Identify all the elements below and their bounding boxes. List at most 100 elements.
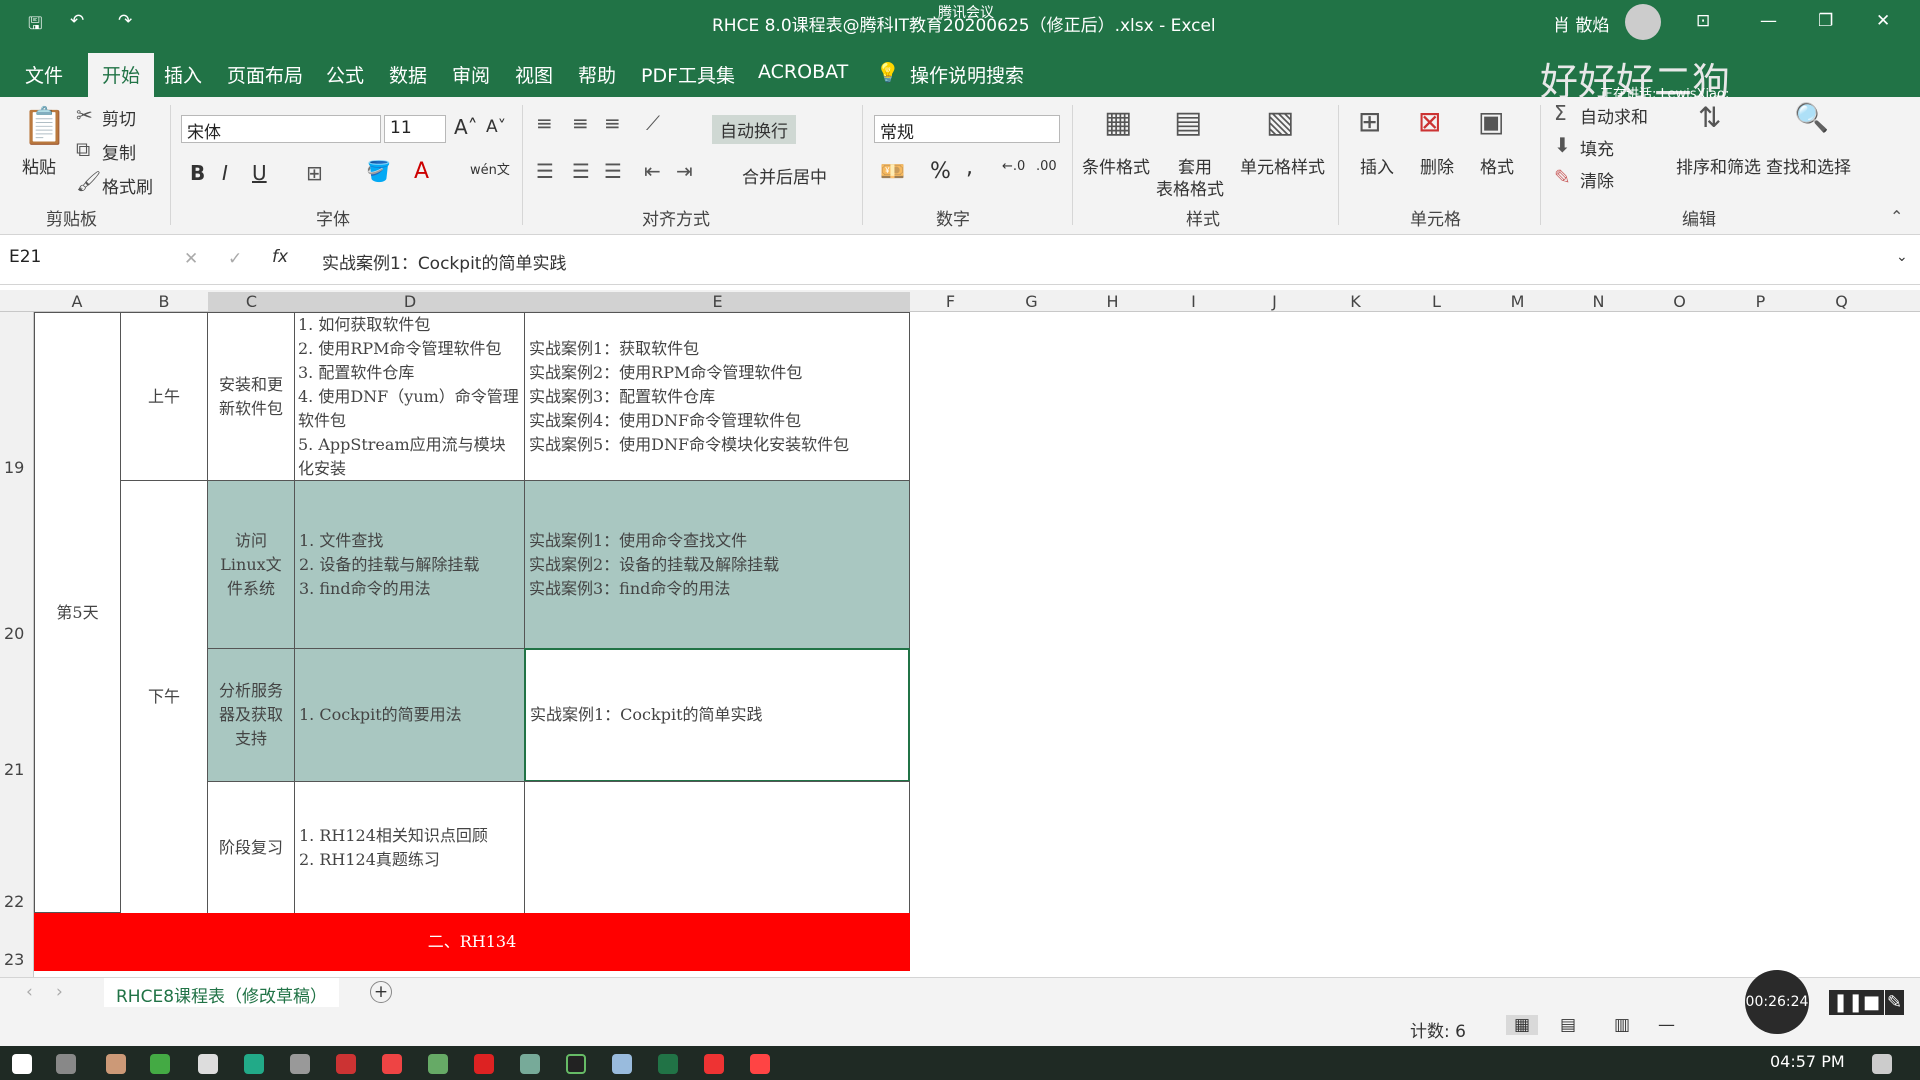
tell-me-search[interactable]: 操作说明搜索	[910, 61, 1024, 88]
section-bar-rh134[interactable]: 二、RH134	[34, 913, 910, 971]
tab-view[interactable]: 视图	[515, 61, 553, 88]
column-header[interactable]: E	[525, 292, 910, 311]
cell-d22[interactable]: 1. RH124相关知识点回顾 2. RH124真题练习	[294, 781, 525, 914]
formula-input[interactable]: 实战案例1：Cockpit的简单实践	[322, 249, 566, 274]
cell-d20[interactable]: 1. 文件查找 2. 设备的挂载与解除挂载 3. find命令的用法	[294, 480, 525, 649]
decrease-decimal-icon[interactable]: .00	[1036, 159, 1057, 174]
delete-cells-button[interactable]: 删除	[1420, 153, 1454, 178]
align-bottom-icon[interactable]: ≡	[604, 111, 621, 135]
insert-cells-button[interactable]: 插入	[1360, 153, 1394, 178]
decrease-indent-icon[interactable]: ⇤	[644, 159, 661, 183]
cell-e20[interactable]: 实战案例1：使用命令查找文件 实战案例2：设备的挂载及解除挂载 实战案例3：fi…	[524, 480, 910, 649]
app-icon[interactable]	[336, 1054, 356, 1074]
save-icon[interactable]: 🖫	[28, 11, 42, 40]
cell-c22[interactable]: 阶段复习	[207, 781, 295, 914]
bold-button[interactable]: B	[190, 161, 205, 185]
app-icon[interactable]	[428, 1054, 448, 1074]
cell-e22[interactable]	[524, 781, 910, 914]
normal-view-icon[interactable]: ▦	[1506, 1015, 1539, 1035]
column-header[interactable]: C	[208, 292, 295, 311]
chrome-icon[interactable]	[382, 1054, 402, 1074]
column-header[interactable]: Q	[1801, 292, 1882, 311]
page-break-view-icon[interactable]: ▥	[1614, 1015, 1630, 1035]
currency-icon[interactable]: 💴	[880, 159, 905, 183]
align-left-icon[interactable]: ☰	[536, 159, 554, 183]
column-header[interactable]: G	[991, 292, 1072, 311]
column-header[interactable]: M	[1477, 292, 1558, 311]
column-header[interactable]: B	[120, 292, 208, 311]
undo-icon[interactable]: ↶	[70, 11, 84, 31]
fill-button[interactable]: 填充	[1580, 135, 1614, 160]
excel-icon[interactable]	[658, 1054, 678, 1074]
app-icon[interactable]	[704, 1054, 724, 1074]
tab-pdf-tools[interactable]: PDF工具集	[641, 61, 735, 88]
insert-function-icon[interactable]: fx	[272, 247, 288, 267]
fill-color-icon[interactable]: 🪣	[366, 159, 391, 183]
app-icon[interactable]	[198, 1054, 218, 1074]
orientation-icon[interactable]: ⟋	[646, 111, 660, 135]
tab-review[interactable]: 审阅	[452, 61, 490, 88]
column-header[interactable]: H	[1072, 292, 1153, 311]
close-icon[interactable]: ✕	[1876, 11, 1890, 31]
conditional-format-button[interactable]: 条件格式	[1082, 153, 1150, 178]
start-icon[interactable]	[12, 1054, 32, 1074]
app-icon[interactable]	[612, 1054, 632, 1074]
column-header[interactable]: P	[1720, 292, 1801, 311]
page-layout-view-icon[interactable]: ▤	[1560, 1015, 1576, 1035]
tab-page-layout[interactable]: 页面布局	[227, 61, 303, 88]
comma-button[interactable]: ,	[966, 155, 973, 180]
row-header[interactable]: 23	[4, 950, 24, 969]
collapse-ribbon-icon[interactable]: ⌃	[1890, 207, 1903, 226]
column-header[interactable]: A	[34, 292, 120, 311]
column-header[interactable]: K	[1315, 292, 1396, 311]
cell-morning[interactable]: 上午	[120, 312, 208, 481]
copy-button[interactable]: 复制	[102, 139, 136, 164]
tab-acrobat[interactable]: ACROBAT	[758, 61, 848, 83]
app-icon[interactable]	[520, 1054, 540, 1074]
stop-icon[interactable]: ■	[1859, 990, 1885, 1015]
increase-indent-icon[interactable]: ⇥	[676, 159, 693, 183]
avatar[interactable]	[1625, 4, 1661, 40]
column-header[interactable]: D	[295, 292, 525, 311]
cell-e19[interactable]: 实战案例1：获取软件包 实战案例2：使用RPM命令管理软件包 实战案例3：配置软…	[524, 312, 910, 481]
merge-center-button[interactable]: 合并后居中	[742, 163, 827, 188]
align-center-icon[interactable]: ☰	[572, 159, 590, 183]
next-sheet-icon[interactable]: ›	[56, 982, 63, 1002]
underline-button[interactable]: U	[252, 161, 267, 185]
cancel-icon[interactable]: ✕	[184, 249, 198, 269]
tab-help[interactable]: 帮助	[578, 61, 616, 88]
enter-icon[interactable]: ✓	[228, 249, 242, 269]
column-header[interactable]: J	[1234, 292, 1315, 311]
cell-styles-button[interactable]: 单元格样式	[1240, 153, 1325, 178]
row-header[interactable]: 19	[4, 458, 24, 477]
border-icon[interactable]: ⊞	[306, 161, 323, 185]
align-right-icon[interactable]: ☰	[604, 159, 622, 183]
paste-button[interactable]: 粘贴	[22, 153, 56, 178]
phonetic-icon[interactable]: wén文	[470, 159, 510, 178]
minimize-icon[interactable]: —	[1760, 11, 1777, 31]
align-middle-icon[interactable]: ≡	[572, 111, 589, 135]
app-icon[interactable]	[150, 1054, 170, 1074]
cell-afternoon[interactable]: 下午	[120, 480, 208, 914]
increase-decimal-icon[interactable]: ←.0	[1002, 159, 1025, 174]
tab-data[interactable]: 数据	[389, 61, 427, 88]
italic-button[interactable]: I	[222, 161, 228, 185]
user-name[interactable]: 肖 散焰	[1553, 11, 1609, 36]
name-box[interactable]: E21	[4, 245, 128, 273]
cell-c19[interactable]: 安装和更新软件包	[207, 312, 295, 481]
percent-button[interactable]: %	[930, 159, 951, 184]
edit-icon[interactable]: ✎	[1885, 990, 1905, 1015]
cell-d19[interactable]: 1. 如何获取软件包 2. 使用RPM命令管理软件包 3. 配置软件仓库 4. …	[294, 312, 525, 481]
number-format-select[interactable]: 常规	[874, 115, 1060, 143]
font-size-select[interactable]: 11	[384, 115, 446, 143]
autosum-button[interactable]: 自动求和	[1580, 103, 1648, 128]
restore-icon[interactable]: ❐	[1818, 11, 1833, 31]
shrink-font-icon[interactable]: A˅	[486, 117, 506, 137]
format-cells-button[interactable]: 格式	[1480, 153, 1514, 178]
clear-button[interactable]: 清除	[1580, 167, 1614, 192]
paste-icon[interactable]: 📋	[22, 105, 67, 147]
format-painter-button[interactable]: 格式刷	[102, 173, 153, 198]
grow-font-icon[interactable]: A˄	[454, 115, 478, 139]
zoom-slider[interactable]: —	[1658, 1015, 1675, 1035]
cell-e21-active[interactable]: 实战案例1：Cockpit的简单实践	[524, 648, 910, 782]
